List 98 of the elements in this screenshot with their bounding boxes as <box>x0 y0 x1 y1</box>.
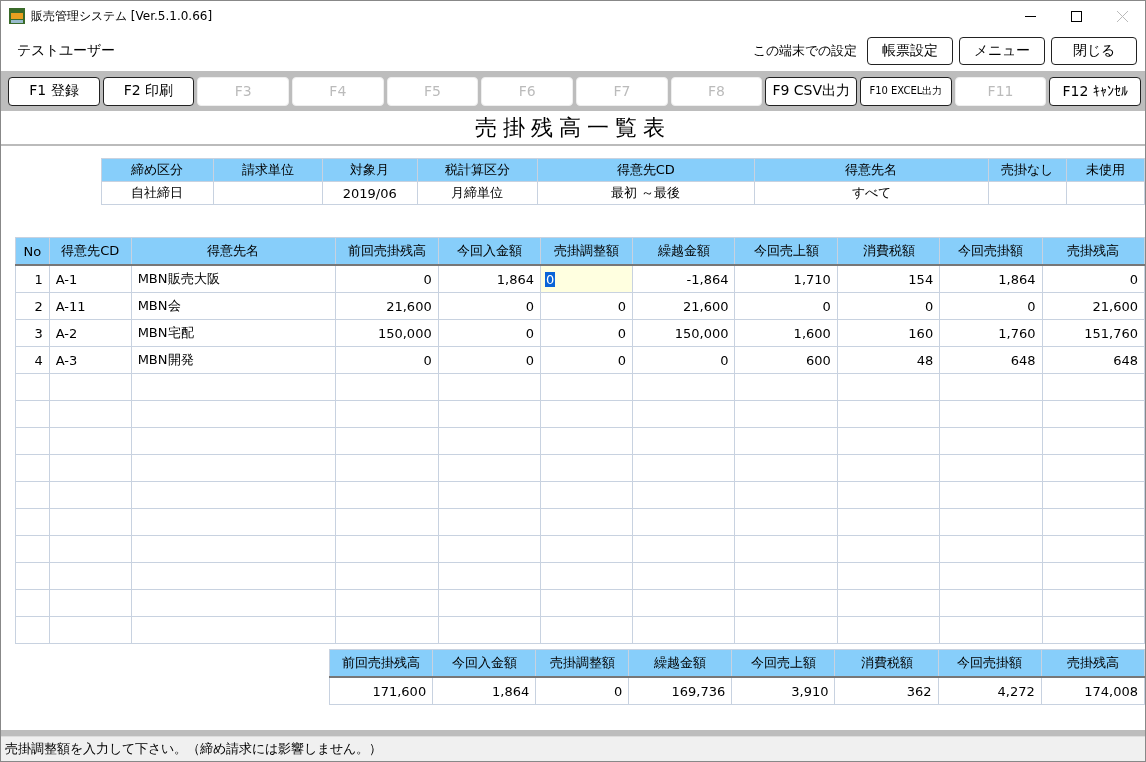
table-cell: 0 <box>837 292 940 320</box>
table-cell: 0 <box>939 292 1042 320</box>
table-cell: MBN宅配 <box>131 319 336 347</box>
table-cell: 151,760 <box>1042 319 1145 347</box>
total-cell: 1,864 <box>432 677 536 705</box>
table-cell: 4 <box>15 346 50 374</box>
condition-value: 最初 ～最後 <box>537 181 755 205</box>
condition-header: 請求単位 <box>213 158 323 182</box>
window-title: 販売管理システム [Ver.5.1.0.66] <box>31 7 214 25</box>
header-button[interactable]: 閉じる <box>1051 37 1137 65</box>
table-cell: 48 <box>837 346 940 374</box>
condition-value: 自社締日 <box>101 181 214 205</box>
table-cell: 648 <box>939 346 1042 374</box>
table-cell: A-1 <box>49 265 132 293</box>
column-header: 繰越金額 <box>632 237 735 265</box>
total-header: 今回入金額 <box>432 649 536 677</box>
table-cell: 21,600 <box>632 292 735 320</box>
table-cell: 0 <box>335 346 439 374</box>
total-header: 前回売掛残高 <box>329 649 433 677</box>
table-cell: 1,600 <box>735 319 838 347</box>
condition-value: すべて <box>754 181 989 205</box>
table-cell: 2 <box>15 292 50 320</box>
table-cell: 160 <box>837 319 940 347</box>
table-cell: MBN会 <box>131 292 336 320</box>
total-header: 今回売掛額 <box>938 649 1042 677</box>
condition-header: 税計算区分 <box>417 158 538 182</box>
function-key-button[interactable]: F2 印刷 <box>102 76 195 106</box>
table-cell: 0 <box>540 292 633 320</box>
table-cell: 0 <box>438 292 541 320</box>
settings-label: この端末での設定 <box>753 42 857 60</box>
total-cell: 362 <box>834 677 939 705</box>
condition-header: 得意先CD <box>537 158 755 182</box>
total-cell: 169,736 <box>628 677 732 705</box>
total-cell: 4,272 <box>938 677 1042 705</box>
table-cell: 150,000 <box>335 319 439 347</box>
column-header: 売掛残高 <box>1042 237 1145 265</box>
table-cell: 0 <box>632 346 735 374</box>
table-cell: 150,000 <box>632 319 735 347</box>
function-key-button[interactable]: F10 EXCEL出力 <box>860 76 952 106</box>
table-cell: 0 <box>438 346 541 374</box>
total-cell: 171,600 <box>329 677 433 705</box>
total-cell: 174,008 <box>1041 677 1145 705</box>
total-header: 売掛残高 <box>1041 649 1145 677</box>
table-cell: 0 <box>438 319 541 347</box>
user-name: テストユーザー <box>17 42 116 60</box>
table-cell: 0 <box>1042 265 1145 293</box>
total-header: 繰越金額 <box>628 649 732 677</box>
condition-header: 未使用 <box>1066 158 1145 182</box>
total-header: 今回売上額 <box>731 649 835 677</box>
column-header: 今回入金額 <box>438 237 541 265</box>
condition-header: 締め区分 <box>101 158 214 182</box>
total-header: 売掛調整額 <box>535 649 629 677</box>
header-button[interactable]: メニュー <box>959 37 1045 65</box>
adjustment-input-field[interactable]: 0 <box>540 265 633 293</box>
condition-header: 売掛なし <box>988 158 1067 182</box>
table-cell: 1,710 <box>735 265 838 293</box>
total-cell: 3,910 <box>731 677 835 705</box>
table-cell: 0 <box>735 292 838 320</box>
table-cell: 0 <box>335 265 439 293</box>
column-header: 今回売上額 <box>735 237 838 265</box>
function-key-button[interactable]: F12 ｷｬﾝｾﾙ <box>1049 76 1142 106</box>
column-header: 得意先CD <box>49 237 132 265</box>
column-header: 得意先名 <box>131 237 336 265</box>
table-cell: MBN開発 <box>131 346 336 374</box>
column-header: 売掛調整額 <box>540 237 633 265</box>
column-header: No <box>15 237 50 265</box>
table-cell: 600 <box>735 346 838 374</box>
condition-header: 対象月 <box>322 158 418 182</box>
condition-value: 月締単位 <box>417 181 538 205</box>
table-cell: A-11 <box>49 292 132 320</box>
function-key-button[interactable]: F9 CSV出力 <box>765 76 858 106</box>
header-button[interactable]: 帳票設定 <box>867 37 953 65</box>
condition-header: 得意先名 <box>754 158 989 182</box>
table-cell: 1 <box>15 265 50 293</box>
table-cell: A-2 <box>49 319 132 347</box>
condition-value: 2019/06 <box>322 181 418 205</box>
status-bar: 売掛調整額を入力して下さい。（締め請求には影響しません。） <box>1 736 1145 761</box>
column-header: 消費税額 <box>837 237 940 265</box>
table-cell: 0 <box>540 319 633 347</box>
table-cell: 21,600 <box>1042 292 1145 320</box>
app-icon <box>9 8 25 24</box>
total-cell: 0 <box>535 677 629 705</box>
table-cell: -1,864 <box>632 265 735 293</box>
table-cell: 648 <box>1042 346 1145 374</box>
report-title: 売掛残高一覧表 <box>1 111 1145 146</box>
table-cell: A-3 <box>49 346 132 374</box>
function-key-button[interactable]: F1 登録 <box>8 76 100 106</box>
table-cell: 1,760 <box>939 319 1042 347</box>
column-header: 前回売掛残高 <box>335 237 439 265</box>
table-cell: 1,864 <box>438 265 541 293</box>
total-header: 消費税額 <box>834 649 939 677</box>
table-cell: 0 <box>540 346 633 374</box>
table-cell: MBN販売大阪 <box>131 265 336 293</box>
table-cell: 154 <box>837 265 940 293</box>
column-header: 今回売掛額 <box>939 237 1042 265</box>
table-cell: 3 <box>15 319 50 347</box>
table-cell: 1,864 <box>939 265 1042 293</box>
table-cell: 21,600 <box>335 292 439 320</box>
